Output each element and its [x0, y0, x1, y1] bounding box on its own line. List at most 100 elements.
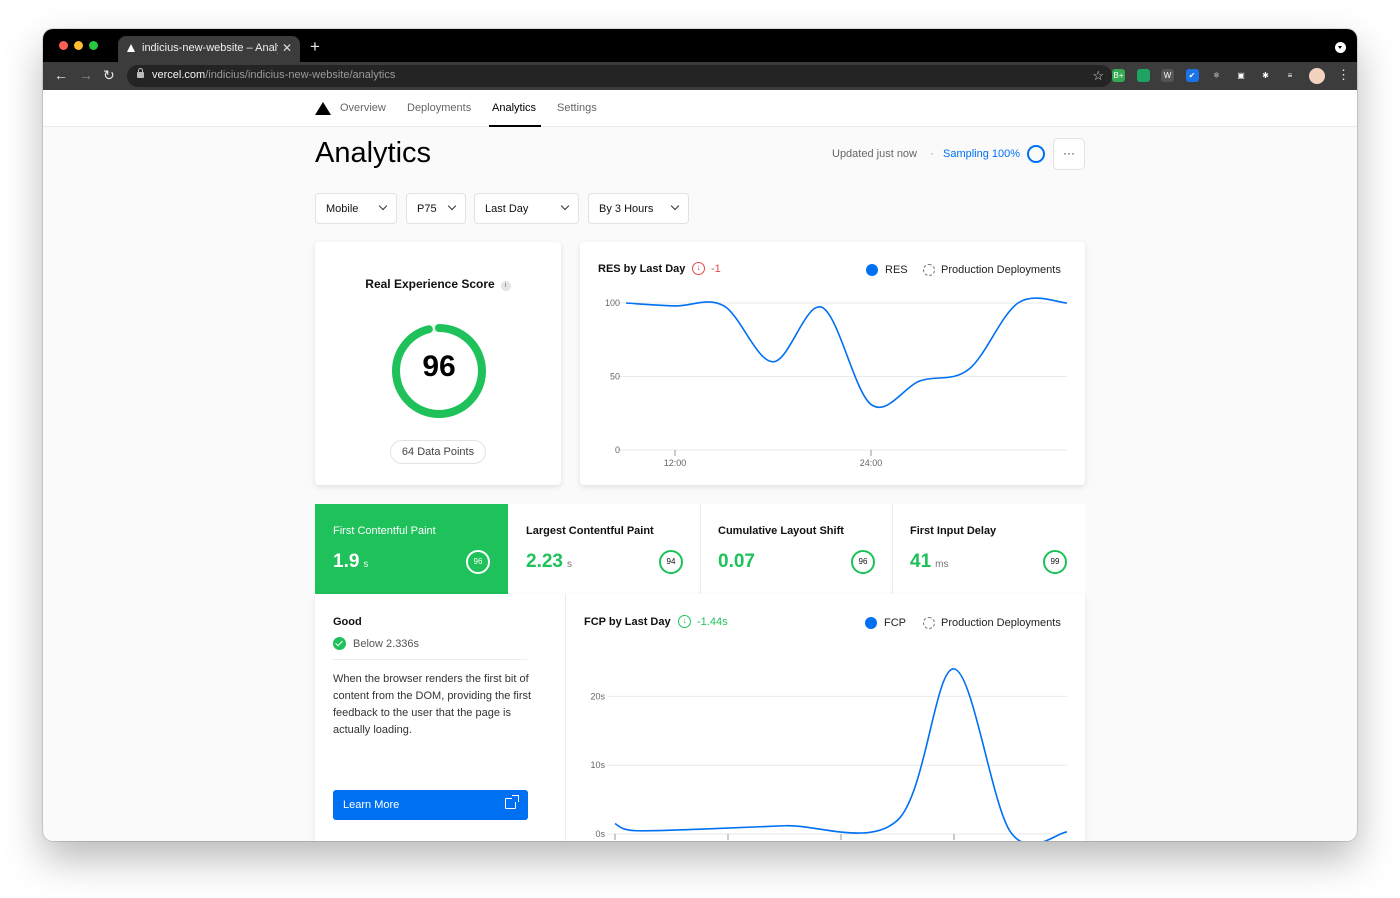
close-tab-icon[interactable]: ✕ — [282, 41, 292, 55]
page-title: Analytics — [315, 137, 432, 169]
res-y-tick-label: 100 — [605, 298, 620, 308]
res-chart-card: RES by Last Day ↓ -1 RES Production Depl… — [580, 242, 1085, 485]
res-score-value: 96 — [422, 350, 456, 383]
playlist-extension-icon[interactable]: ≡ — [1283, 69, 1297, 82]
res-line-chart: 100 50 0 12:00 24:00 — [605, 297, 1068, 468]
time-range-select[interactable]: Last Day — [474, 193, 579, 224]
tab-deployments[interactable]: Deployments — [407, 102, 471, 114]
tab-settings[interactable]: Settings — [557, 102, 597, 114]
zoom-window-button[interactable] — [89, 41, 98, 50]
updated-status: Updated just now — [832, 148, 917, 160]
title-bar: indicius-new-website – Analytics ✕ + — [43, 29, 1357, 62]
res-x-tick-label: 24:00 — [860, 458, 883, 468]
browser-menu-icon[interactable]: ⋮ — [1337, 67, 1350, 83]
browser-tab[interactable]: indicius-new-website – Analytics ✕ — [118, 36, 300, 62]
fcp-series-line-fcp — [614, 668, 1068, 841]
fcp-y-tick-label: 20s — [590, 691, 605, 701]
forward-arrow-icon[interactable]: → — [79, 67, 93, 83]
project-nav: Overview Deployments Analytics Settings — [43, 90, 1357, 127]
separator-dot: · — [930, 148, 934, 160]
tab-title: indicius-new-website – Analytics — [142, 42, 278, 54]
puzzle-extension-icon[interactable]: ✱ — [1259, 69, 1272, 82]
profile-avatar[interactable] — [1309, 68, 1325, 84]
new-tab-button[interactable]: + — [310, 37, 320, 57]
granularity-select-value: By 3 Hours — [599, 203, 654, 215]
metric-score-badge: 96 — [466, 550, 490, 574]
metric-name: Largest Contentful Paint — [526, 525, 654, 537]
res-y-tick-label: 50 — [610, 372, 620, 382]
check-circle-icon — [333, 637, 346, 650]
data-points-badge: 64 Data Points — [390, 440, 486, 464]
info-icon[interactable]: i — [500, 281, 511, 291]
divider — [333, 659, 527, 660]
metric-tab-cumulative-layout-shift[interactable]: Cumulative Layout Shift 0.07 96 — [700, 504, 893, 594]
metric-value: 0.07 — [718, 551, 755, 572]
active-tab-indicator — [489, 125, 541, 127]
metric-value: 41 ms — [910, 551, 949, 572]
react-extension-icon[interactable]: ⚛ — [1210, 69, 1223, 82]
sampling-ring-icon — [1027, 145, 1045, 163]
device-select[interactable]: Mobile — [315, 193, 397, 224]
tab-analytics[interactable]: Analytics — [492, 102, 536, 114]
metric-description: When the browser renders the first bit o… — [333, 673, 532, 736]
res-score-card: Real Experience Score i 96 64 Data Points — [315, 242, 561, 485]
metric-tab-largest-contentful-paint[interactable]: Largest Contentful Paint 2.23 s 94 — [508, 504, 701, 594]
device-select-value: Mobile — [326, 203, 359, 215]
metric-value: 1.9 s — [333, 551, 369, 572]
fcp-y-tick-label: 0s — [595, 829, 605, 839]
browser-toolbar: ← → ↻ vercel.com/indicius/indicius-new-w… — [43, 62, 1357, 90]
percentile-select-value: P75 — [417, 203, 437, 215]
status-label: Good — [333, 616, 362, 628]
learn-more-button[interactable]: Learn More — [333, 790, 528, 820]
fcp-line-chart: 20s10s0s12:0018:0024:0006:00 — [590, 668, 1068, 841]
time-range-select-value: Last Day — [485, 203, 529, 215]
minimize-window-button[interactable] — [74, 41, 83, 50]
url-text: vercel.com/indicius/indicius-new-website… — [152, 69, 396, 81]
back-arrow-icon[interactable]: ← — [54, 67, 68, 83]
reload-icon[interactable]: ↻ — [103, 67, 115, 84]
granularity-select[interactable]: By 3 Hours — [588, 193, 689, 224]
chevron-down-icon — [560, 201, 570, 211]
address-bar[interactable]: vercel.com/indicius/indicius-new-website… — [127, 65, 1112, 87]
metric-unit: ms — [935, 559, 949, 570]
metric-tab-first-contentful-paint[interactable]: First Contentful Paint 1.9 s 96 — [315, 504, 508, 594]
check-extension-icon[interactable]: ✔ — [1185, 69, 1199, 82]
threshold-text: Below 2.336s — [353, 638, 420, 650]
bookmark-star-icon[interactable]: ☆ — [1092, 68, 1104, 84]
metric-name: Cumulative Layout Shift — [718, 525, 844, 537]
percentile-select[interactable]: P75 — [406, 193, 466, 224]
chevron-down-icon — [670, 201, 680, 211]
b-extension-icon[interactable]: B+ — [1112, 69, 1125, 82]
metric-tab-first-input-delay[interactable]: First Input Delay 41 ms 99 — [892, 504, 1085, 594]
metric-divider — [892, 504, 893, 594]
sampling-link[interactable]: Sampling 100% — [943, 148, 1020, 160]
tab-overview[interactable]: Overview — [340, 102, 386, 114]
metric-score-badge: 94 — [659, 550, 683, 574]
vercel-favicon-icon — [127, 44, 135, 52]
lock-icon — [137, 68, 144, 78]
profile-menu-icon[interactable] — [1335, 42, 1346, 53]
metric-score-badge: 96 — [851, 550, 875, 574]
more-options-button[interactable]: ··· — [1053, 138, 1085, 170]
metric-name: First Input Delay — [910, 525, 997, 537]
metric-unit: s — [363, 559, 369, 570]
learn-more-label: Learn More — [343, 799, 400, 811]
vercel-logo-icon[interactable] — [315, 102, 331, 115]
metric-name: First Contentful Paint — [333, 525, 436, 537]
metric-value: 2.23 s — [526, 551, 572, 572]
metric-score-badge: 99 — [1043, 550, 1067, 574]
res-y-tick-label: 0 — [615, 445, 620, 455]
metric-divider — [700, 504, 701, 594]
green-square-icon[interactable] — [1136, 69, 1150, 82]
external-link-icon — [505, 795, 519, 809]
metric-detail-panel: Good Below 2.336s When the browser rende… — [315, 594, 1085, 841]
res-series-line-res — [625, 297, 1068, 408]
metric-unit: s — [566, 559, 572, 570]
w-extension-icon[interactable]: W — [1161, 69, 1174, 82]
res-card-title: Real Experience Score i — [315, 277, 561, 291]
close-window-button[interactable] — [59, 41, 68, 50]
res-x-tick-label: 12:00 — [664, 458, 687, 468]
chevron-down-icon — [378, 201, 388, 211]
window-extension-icon[interactable]: ▣ — [1234, 69, 1248, 82]
browser-window: indicius-new-website – Analytics ✕ + ← →… — [43, 29, 1357, 841]
